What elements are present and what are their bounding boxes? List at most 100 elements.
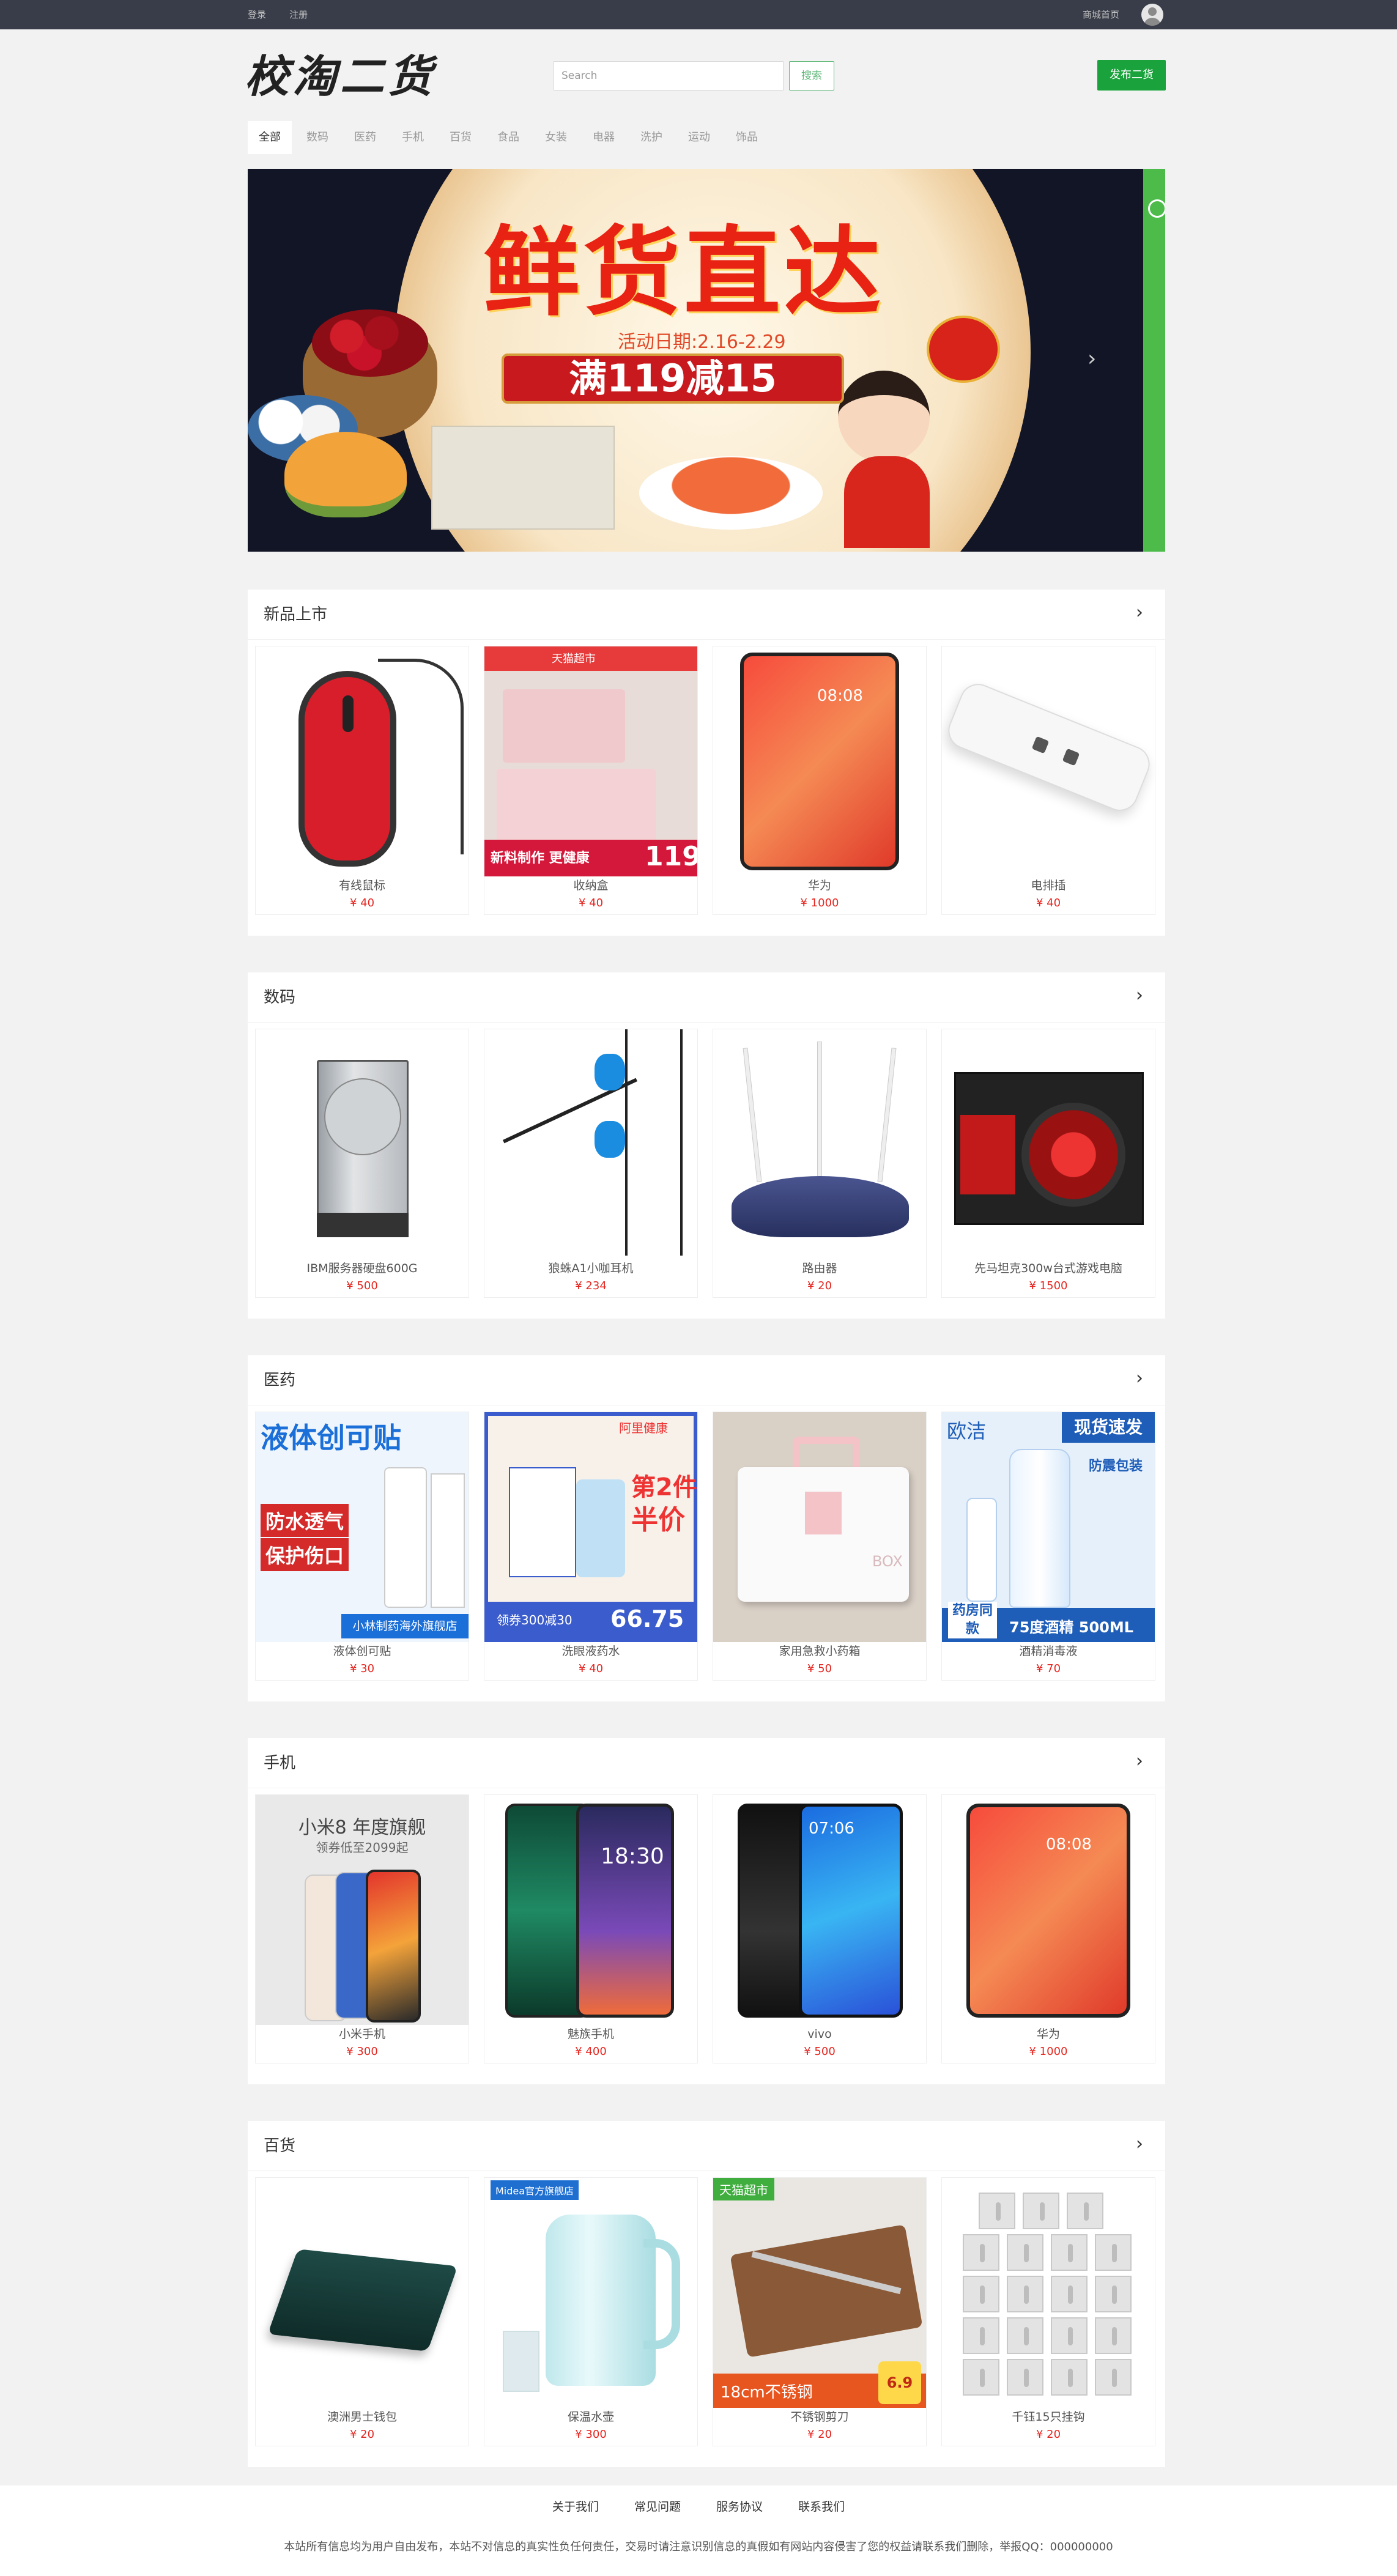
login-link[interactable]: 登录 xyxy=(248,0,266,29)
product-card[interactable]: 路由器 ¥ 20 xyxy=(713,1029,927,1298)
scissors-ad-bottom: 18cm不锈钢 xyxy=(721,2383,813,2402)
scissors-ad-header: 天猫超市 xyxy=(713,2178,774,2200)
tab-appliance[interactable]: 电器 xyxy=(582,121,626,154)
product-price: ¥ 20 xyxy=(807,2428,832,2441)
product-image-storage-box[interactable]: 天猫超市 新料制作 更健康 119 xyxy=(484,646,697,876)
chevron-right-icon[interactable]: › xyxy=(1127,2132,1152,2156)
product-image-meizu[interactable]: 18:30 xyxy=(484,1795,697,2025)
product-card[interactable]: 18:30 魅族手机 ¥ 400 xyxy=(484,1794,698,2063)
product-card[interactable]: 先马坦克300w台式游戏电脑 ¥ 1500 xyxy=(941,1029,1155,1298)
product-image-scissors[interactable]: 天猫超市 18cm不锈钢 6.9 xyxy=(713,2178,926,2408)
promo-banner[interactable]: 鲜货直达 活动日期:2.16-2.29 满119减15 › xyxy=(248,169,1165,552)
chevron-right-icon[interactable]: › xyxy=(1127,1366,1152,1391)
product-price: ¥ 1000 xyxy=(800,897,839,909)
product-price: ¥ 50 xyxy=(807,1662,832,1675)
product-card[interactable]: 有线鼠标 ¥ 40 xyxy=(255,646,469,915)
footer-notice: 本站所有信息均为用户自由发布，本站不对信息的真实性负任何责任，交易时请注意识别信… xyxy=(284,2541,1113,2553)
hook-tile xyxy=(1095,2276,1132,2312)
product-image-power-strip[interactable] xyxy=(942,646,1155,876)
product-image-hard-disk[interactable] xyxy=(256,1029,469,1259)
product-price: ¥ 1500 xyxy=(1029,1279,1068,1292)
register-link[interactable]: 注册 xyxy=(289,0,308,29)
food-boxes-image xyxy=(431,426,615,530)
footer-link-faq[interactable]: 常见问题 xyxy=(634,2498,681,2514)
tab-phone[interactable]: 手机 xyxy=(391,121,435,154)
footer-link-contact[interactable]: 联系我们 xyxy=(798,2498,845,2514)
tab-women[interactable]: 女装 xyxy=(534,121,578,154)
eyewash-ad-coupon: 领券300减30 xyxy=(497,1613,573,1627)
hook-tile xyxy=(1007,2317,1043,2354)
tab-care[interactable]: 洗护 xyxy=(629,121,673,154)
product-name: 华为 xyxy=(807,879,831,892)
product-card[interactable]: 天猫超市 新料制作 更健康 119 收纳盒 ¥ 40 xyxy=(484,646,698,915)
chevron-right-icon[interactable]: › xyxy=(1127,983,1152,1008)
product-image-alcohol[interactable]: 欧洁 现货速发 防震包装 75度酒精 500ML 药房同款 xyxy=(942,1412,1155,1642)
product-card[interactable]: 07:06 vivo ¥ 500 xyxy=(713,1794,927,2063)
product-image-liquid-bandage[interactable]: 液体创可贴 防水透气 保护伤口 小林制药海外旗舰店 xyxy=(256,1412,469,1642)
product-name: vivo xyxy=(807,2027,832,2041)
tab-all[interactable]: 全部 xyxy=(248,121,292,154)
product-image-wallet[interactable] xyxy=(256,2178,469,2408)
product-image-huawei[interactable]: 08:08 xyxy=(713,646,926,876)
product-card[interactable]: 欧洁 现货速发 防震包装 75度酒精 500ML 药房同款 酒精消毒液 ¥ 70 xyxy=(941,1412,1155,1681)
product-image-kettle[interactable]: Midea官方旗舰店 xyxy=(484,2178,697,2408)
product-image-huawei[interactable]: 08:08 xyxy=(942,1795,1155,2025)
search-input[interactable] xyxy=(554,61,784,91)
product-card[interactable]: 电排插 ¥ 40 xyxy=(941,646,1155,915)
tab-medicine[interactable]: 医药 xyxy=(343,121,387,154)
product-image-mouse[interactable] xyxy=(256,646,469,876)
tab-food[interactable]: 食品 xyxy=(486,121,530,154)
product-card[interactable]: 阿里健康 第2件 半价 领券300减30 66.75 洗眼液药水 ¥ 40 xyxy=(484,1412,698,1681)
bandage-ad-line1: 防水透气 xyxy=(261,1504,349,1537)
product-card[interactable]: 天猫超市 18cm不锈钢 6.9 不锈钢剪刀 ¥ 20 xyxy=(713,2177,927,2446)
product-card[interactable]: 08:08 华为 ¥ 1000 xyxy=(713,646,927,915)
product-image-xiaomi[interactable]: 小米8 年度旗舰 领券低至2099起 xyxy=(256,1795,469,2025)
product-price: ¥ 20 xyxy=(807,1279,832,1292)
tab-accessories[interactable]: 饰品 xyxy=(725,121,769,154)
bandage-ad-store: 小林制药海外旗舰店 xyxy=(341,1614,469,1638)
eyewash-ad-header: 阿里健康 xyxy=(619,1421,668,1435)
product-card[interactable]: 小米8 年度旗舰 领券低至2099起 小米手机 ¥ 300 xyxy=(255,1794,469,2063)
chevron-right-icon[interactable]: › xyxy=(1127,1749,1152,1774)
product-card[interactable]: BOX 家用急救小药箱 ¥ 50 xyxy=(713,1412,927,1681)
product-image-hooks[interactable] xyxy=(942,2178,1155,2408)
tab-general[interactable]: 百货 xyxy=(439,121,483,154)
chevron-right-icon[interactable]: › xyxy=(1127,601,1152,625)
tab-digital[interactable]: 数码 xyxy=(295,121,339,154)
product-image-router[interactable] xyxy=(713,1029,926,1259)
product-name: 收纳盒 xyxy=(573,879,609,892)
product-card[interactable]: 液体创可贴 防水透气 保护伤口 小林制药海外旗舰店 液体创可贴 ¥ 30 xyxy=(255,1412,469,1681)
product-card[interactable]: Midea官方旗舰店 保温水壶 ¥ 300 xyxy=(484,2177,698,2446)
product-image-first-aid-box[interactable]: BOX xyxy=(713,1412,926,1642)
product-image-earphones[interactable] xyxy=(484,1029,697,1259)
product-card[interactable]: 狼蛛A1小咖耳机 ¥ 234 xyxy=(484,1029,698,1298)
product-price: ¥ 20 xyxy=(1036,2428,1061,2441)
eyewash-ad-half: 半价 xyxy=(631,1505,685,1536)
section-phones: 手机 › 小米8 年度旗舰 领券低至2099起 小米手机 ¥ 300 18:30… xyxy=(248,1738,1165,2084)
alcohol-ad-badge: 现货速发 xyxy=(1062,1412,1155,1443)
product-card[interactable]: 08:08 华为 ¥ 1000 xyxy=(941,1794,1155,2063)
product-card[interactable]: 澳洲男士钱包 ¥ 20 xyxy=(255,2177,469,2446)
next-slide-peek xyxy=(1143,169,1165,552)
user-avatar-icon[interactable] xyxy=(1141,4,1163,26)
footer-link-about[interactable]: 关于我们 xyxy=(552,2498,599,2514)
site-logo[interactable]: 校淘二货 xyxy=(245,49,435,104)
product-image-power-supply[interactable] xyxy=(942,1029,1155,1259)
mall-home-link[interactable]: 商城首页 xyxy=(1083,0,1119,29)
banner-title: 鲜货直达 xyxy=(483,217,884,329)
alcohol-ad-left: 药房同款 xyxy=(948,1602,997,1638)
banner-promo: 满119减15 xyxy=(502,353,844,404)
product-image-eyewash[interactable]: 阿里健康 第2件 半价 领券300减30 66.75 xyxy=(484,1412,697,1642)
chevron-right-icon[interactable]: › xyxy=(1088,346,1096,371)
footer-link-terms[interactable]: 服务协议 xyxy=(716,2498,763,2514)
tab-sports[interactable]: 运动 xyxy=(677,121,721,154)
publish-button[interactable]: 发布二货 xyxy=(1097,60,1166,91)
product-card[interactable]: IBM服务器硬盘600G ¥ 500 xyxy=(255,1029,469,1298)
hook-tile xyxy=(1095,2234,1132,2271)
product-name: 狼蛛A1小咖耳机 xyxy=(548,1262,634,1275)
product-name: 华为 xyxy=(1036,2027,1060,2041)
product-card[interactable]: 千钰15只挂钩 ¥ 20 xyxy=(941,2177,1155,2446)
girl-body-illustration xyxy=(844,456,930,548)
product-image-vivo[interactable]: 07:06 xyxy=(713,1795,926,2025)
search-button[interactable]: 搜索 xyxy=(789,61,834,91)
